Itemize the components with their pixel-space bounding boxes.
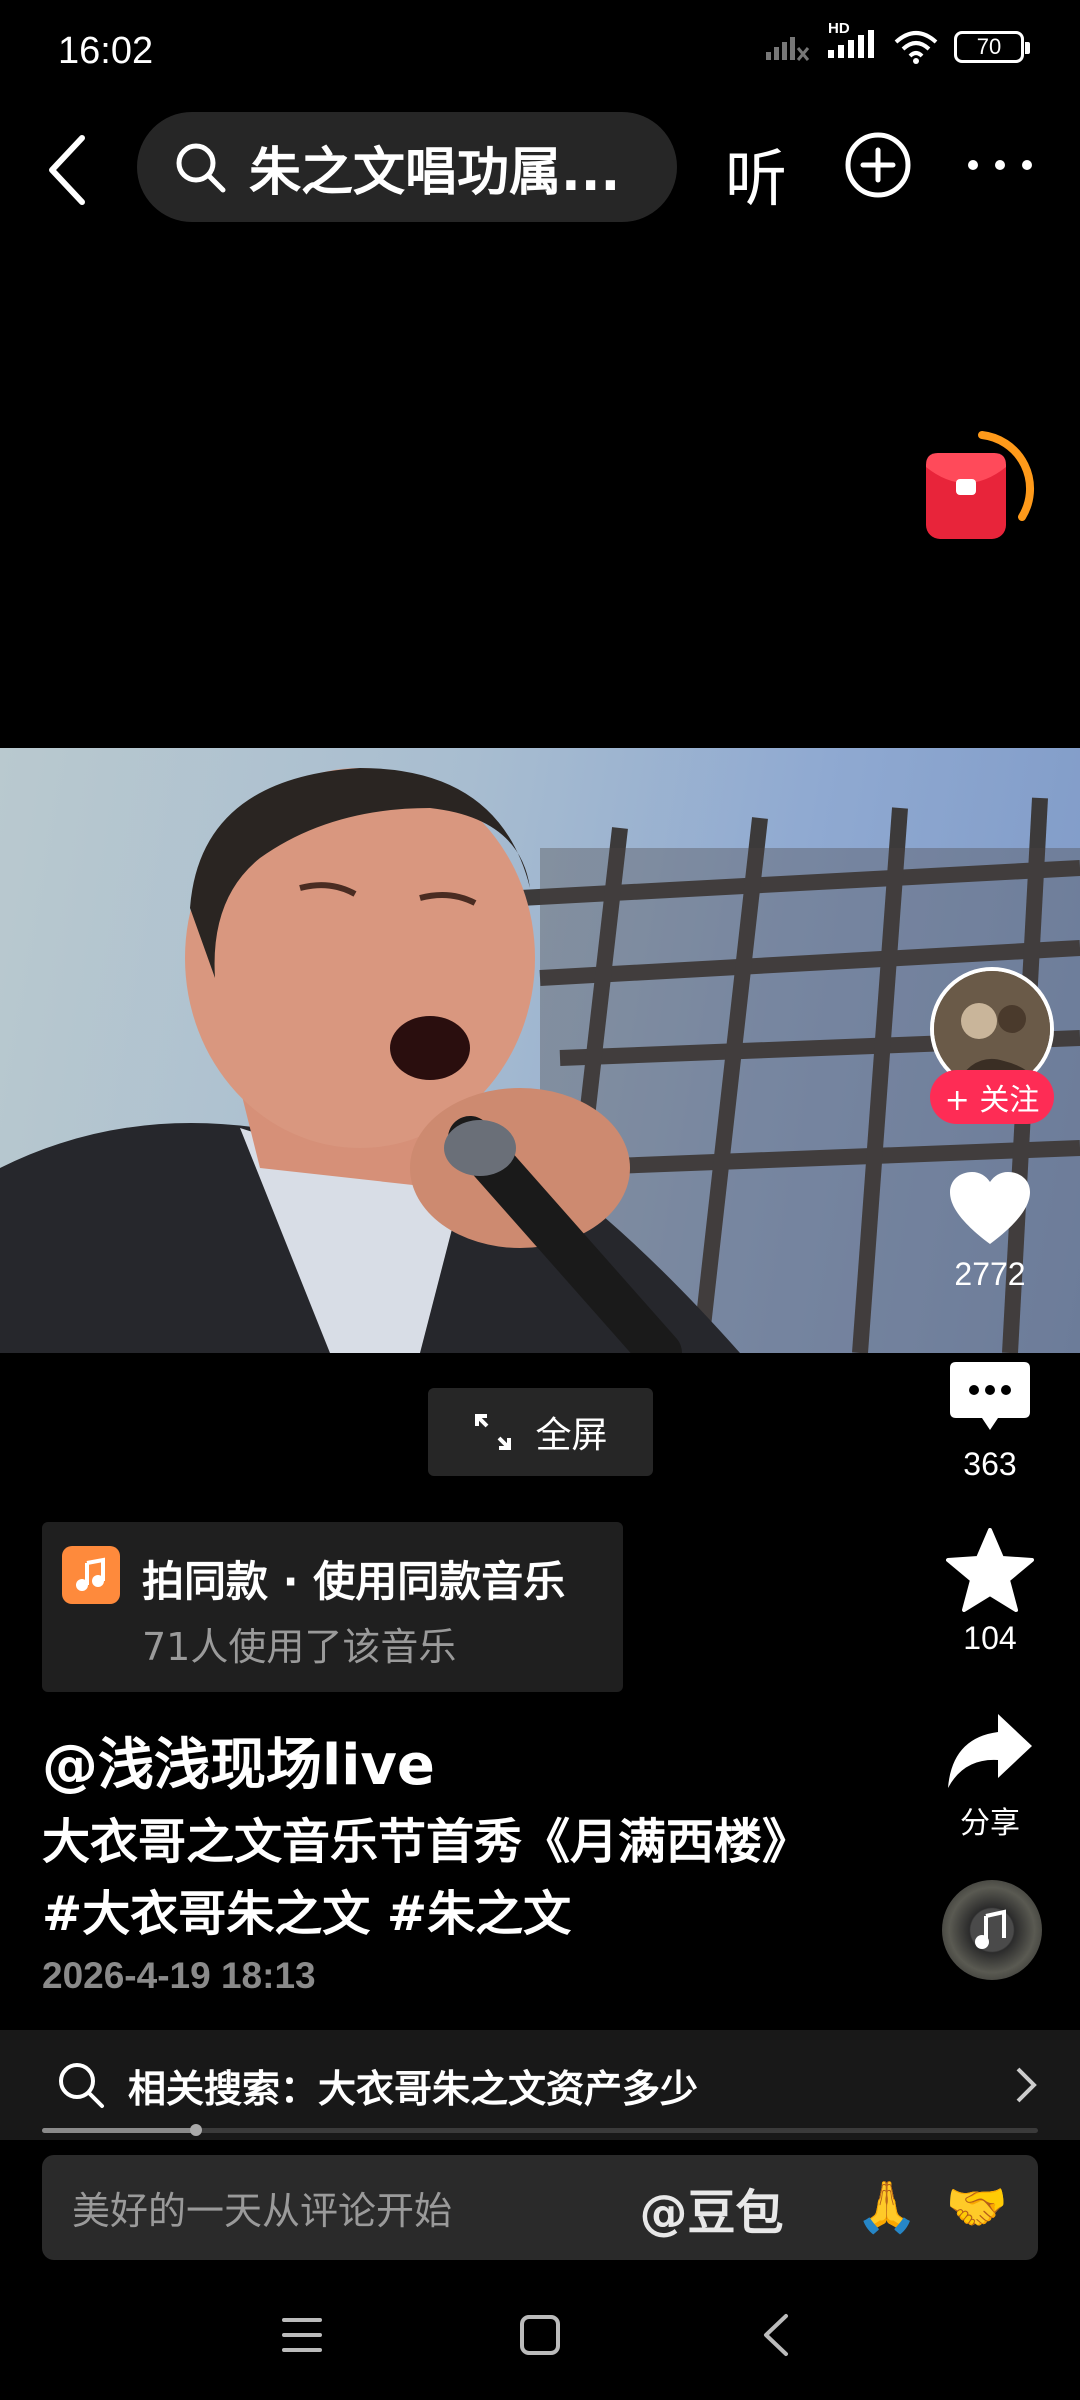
related-search-text: 相关搜索：大衣哥朱之文资产多少	[128, 2066, 699, 2111]
music-title: 拍同款 · 使用同款音乐	[142, 1557, 566, 1606]
playback-progress[interactable]	[42, 2124, 1038, 2136]
music-disc-icon[interactable]	[942, 1880, 1042, 1980]
listen-button[interactable]: 听	[725, 128, 787, 218]
search-icon	[59, 2063, 104, 2108]
video-player[interactable]	[0, 748, 1080, 1353]
mobile-signal-off-icon	[766, 37, 810, 61]
fullscreen-icon	[475, 1414, 512, 1450]
comment-action[interactable]: 363	[925, 1358, 1055, 1483]
handshake-emoji-button[interactable]: 🤝	[946, 2178, 1008, 2237]
red-packet-icon[interactable]	[918, 425, 1038, 555]
chevron-right-icon	[1016, 2067, 1037, 2103]
search-icon	[176, 143, 226, 193]
progress-fill	[42, 2128, 197, 2133]
heart-icon	[950, 1172, 1030, 1244]
mention-doubao-button[interactable]: @豆包	[639, 2173, 783, 2243]
battery-icon: 70	[954, 31, 1030, 63]
music-note-icon	[975, 1909, 1006, 1949]
battery-level: 70	[976, 34, 1002, 59]
share-icon	[948, 1714, 1032, 1788]
use-same-music-card[interactable]: 拍同款 · 使用同款音乐 71人使用了该音乐	[42, 1522, 623, 1692]
author-name[interactable]: @浅浅现场live	[42, 1720, 435, 1801]
music-usage: 71人使用了该音乐	[142, 1625, 457, 1669]
status-time: 16:02	[58, 30, 154, 72]
fullscreen-label: 全屏	[535, 1415, 608, 1456]
comment-icon	[950, 1362, 1030, 1430]
like-count: 2772	[954, 1256, 1026, 1292]
back-nav-icon[interactable]	[764, 2314, 788, 2356]
like-action[interactable]: 2772	[925, 1170, 1055, 1293]
comment-placeholder[interactable]: 美好的一天从评论开始	[72, 2180, 639, 2235]
star-icon	[946, 1528, 1034, 1612]
share-action[interactable]: 分享	[925, 1712, 1055, 1842]
comment-input-bar[interactable]: 美好的一天从评论开始 @豆包 🙏 🤝	[42, 2155, 1038, 2260]
back-button[interactable]	[40, 130, 100, 210]
search-query: 朱之文唱功属...	[249, 142, 621, 203]
related-search-bar[interactable]: 相关搜索：大衣哥朱之文资产多少	[0, 2030, 1080, 2140]
share-label: 分享	[960, 1806, 1020, 1841]
folded-hands-emoji-button[interactable]: 🙏	[855, 2178, 917, 2237]
search-box[interactable]: 朱之文唱功属...	[137, 112, 677, 222]
music-note-icon	[62, 1546, 120, 1604]
menu-nav-icon[interactable]	[282, 2318, 322, 2352]
favorite-action[interactable]: 104	[925, 1528, 1055, 1657]
add-button[interactable]	[843, 130, 913, 200]
more-button[interactable]	[965, 155, 1035, 175]
status-icons: HD 70	[764, 20, 1030, 64]
favorite-count: 104	[963, 1620, 1017, 1656]
hd-label: HD	[828, 20, 850, 37]
post-description: 大衣哥之文音乐节首秀《月满西楼》#大衣哥朱之文 #朱之文	[42, 1814, 787, 1942]
video-frame	[0, 768, 1080, 1353]
follow-button[interactable]: + 关注	[930, 1070, 1054, 1124]
post-date: 2026-4-19 18:13	[42, 1955, 316, 1996]
fullscreen-button[interactable]: 全屏	[428, 1388, 653, 1476]
home-nav-icon[interactable]	[520, 2315, 560, 2355]
system-navigation-bar	[282, 2314, 788, 2356]
comment-count: 363	[963, 1446, 1017, 1482]
wifi-icon	[894, 31, 938, 64]
